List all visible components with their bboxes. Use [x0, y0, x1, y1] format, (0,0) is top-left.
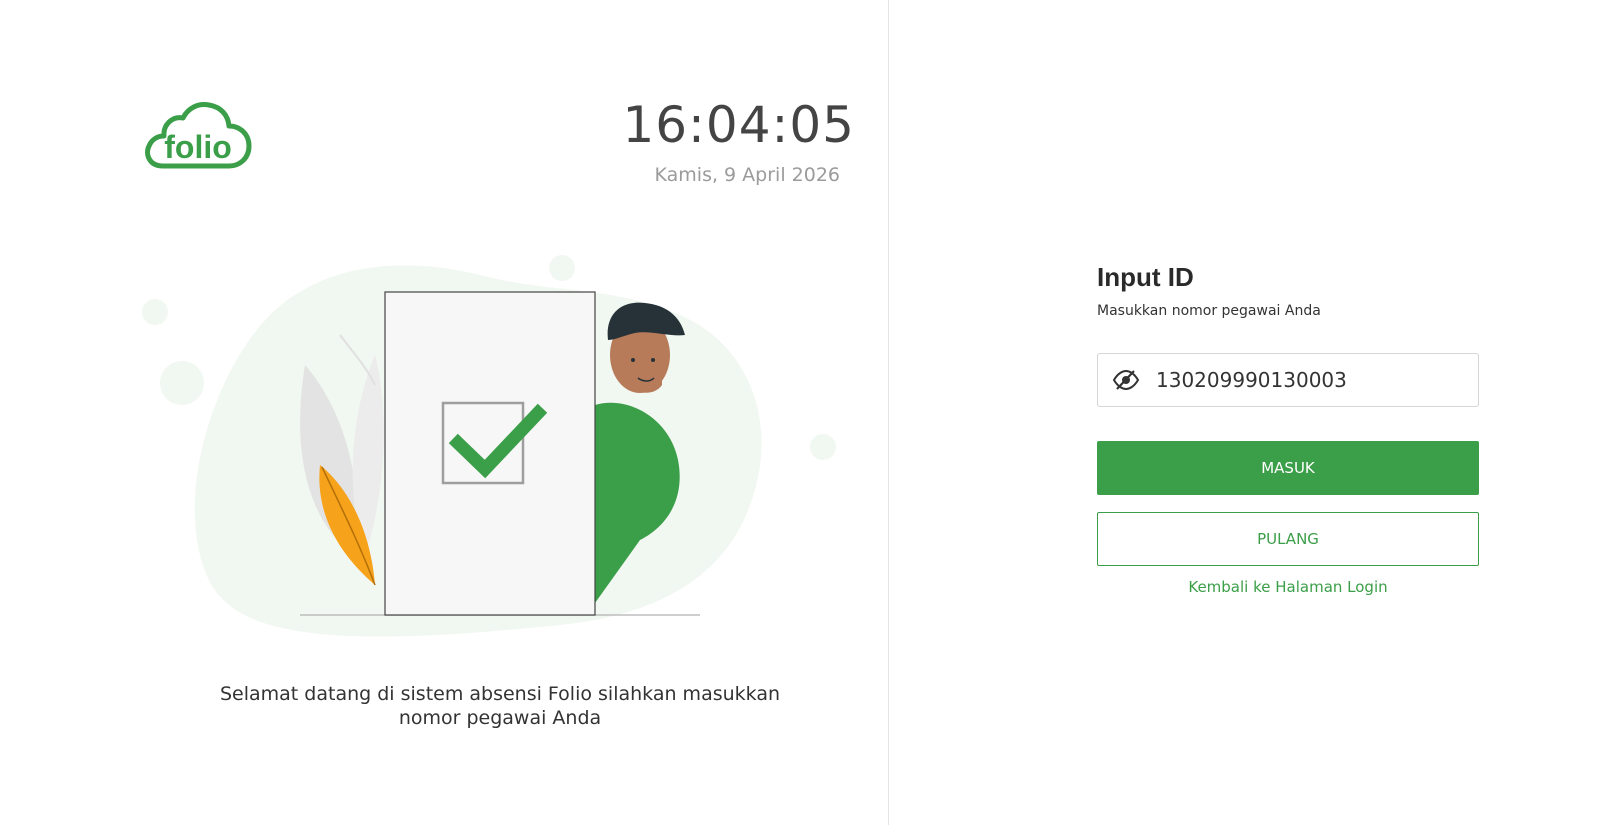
back-to-login-link[interactable]: Kembali ke Halaman Login	[1097, 578, 1479, 596]
checklist-illustration	[142, 255, 836, 637]
form-subtitle: Masukkan nomor pegawai Anda	[1097, 303, 1321, 319]
clock-time: 16:04:05	[622, 96, 855, 154]
logo-text: folio	[164, 129, 232, 165]
folio-logo: folio	[145, 102, 252, 169]
eye-slash-icon[interactable]	[1112, 368, 1140, 392]
masuk-button[interactable]: MASUK	[1097, 441, 1479, 495]
welcome-line-1: Selamat datang di sistem absensi Folio s…	[219, 683, 781, 705]
welcome-message: Selamat datang di sistem absensi Folio s…	[190, 682, 810, 730]
pulang-button[interactable]: PULANG	[1097, 512, 1479, 566]
welcome-line-2: nomor pegawai Anda	[398, 707, 602, 729]
left-panel: folio 16:04:05 Kamis, 9 April 2026 Selam…	[0, 0, 888, 825]
clock-date: Kamis, 9 April 2026	[654, 164, 840, 186]
id-input-wrapper	[1097, 353, 1479, 407]
employee-id-input[interactable]	[1156, 362, 1466, 398]
form-title: Input ID	[1097, 262, 1194, 292]
id-form: Input ID Masukkan nomor pegawai Anda MAS…	[1097, 258, 1479, 596]
